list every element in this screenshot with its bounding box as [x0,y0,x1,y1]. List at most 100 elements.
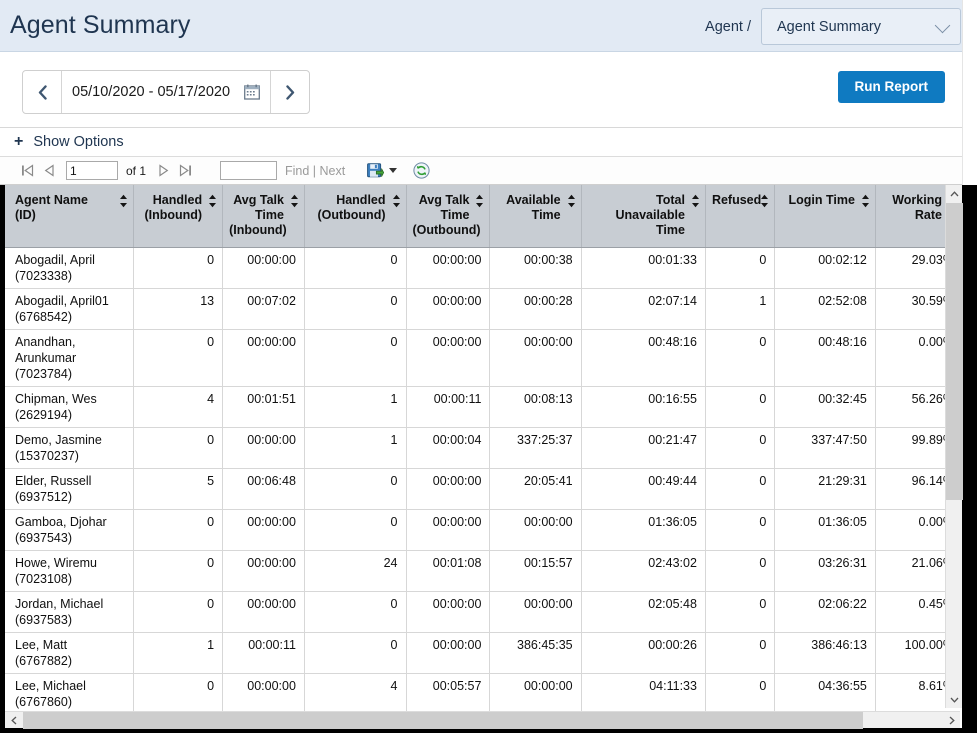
cell-avg-talk-inbound: 00:00:00 [222,427,305,469]
column-header-avg-talk-time-outbound[interactable]: Avg Talk Time (Outbound) [406,185,491,248]
column-header-line2: Unavailable [615,208,685,222]
column-header-handled-inbound[interactable]: Handled (Inbound) [133,185,224,248]
cell-available-time: 00:00:00 [489,591,582,633]
cell-handled-inbound: 13 [133,288,224,330]
viewer-right-frame [962,185,977,733]
cell-refused: 0 [705,386,776,428]
date-range-prev-button[interactable] [23,71,62,113]
agent-id: (6937543) [15,530,72,545]
sort-updown-icon[interactable] [760,194,769,208]
column-header-total-unavailable-time[interactable]: Total Unavailable Time [581,185,706,248]
cell-avg-talk-inbound: 00:00:00 [222,247,305,289]
find-next-links[interactable]: Find | Next [285,164,345,178]
agent-name: Chipman, Wes [15,391,97,406]
cell-handled-outbound: 0 [304,288,407,330]
column-header-available-time[interactable]: Available Time [489,185,582,248]
table-row[interactable]: Lee, Michael (6767860) 0 00:00:00 4 00:05:57 0… [5,673,964,711]
calendar-icon[interactable] [244,84,260,100]
column-header-login-time[interactable]: Login Time [774,185,876,248]
scroll-up-button[interactable] [946,185,963,202]
horizontal-scrollbar-thumb[interactable] [23,712,863,729]
agent-name: Howe, Wiremu [15,555,97,570]
cell-avg-talk-inbound: 00:00:00 [222,329,305,387]
cell-avg-talk-outbound: 00:00:00 [406,288,491,330]
cell-refused: 0 [705,427,776,469]
show-options-label[interactable]: Show Options [33,134,123,150]
date-range-next-button[interactable] [270,71,309,113]
agent-name: Demo, Jasmine [15,432,102,447]
report-select[interactable]: Agent Summary [761,8,961,45]
cell-agent-name: Elder, Russell (6937512) [5,468,134,510]
column-header-line1: Agent Name [15,193,88,207]
column-header-agent-name[interactable]: Agent Name (ID) [5,185,134,248]
vertical-scrollbar[interactable] [945,185,963,708]
table-row[interactable]: Demo, Jasmine (15370237) 0 00:00:00 1 00:00:0… [5,427,964,469]
refresh-button[interactable] [413,162,430,179]
cell-handled-outbound: 0 [304,329,407,387]
cell-handled-outbound: 4 [304,673,407,711]
breadcrumb: Agent / [705,18,751,35]
table-row[interactable]: Jordan, Michael (6937583) 0 00:00:00 0 00:00:… [5,591,964,633]
sort-updown-icon[interactable] [691,194,700,208]
sort-updown-icon[interactable] [861,194,870,208]
export-button[interactable] [367,162,398,179]
table-row[interactable]: Gamboa, Djohar (6937543) 0 00:00:00 0 00:00:0… [5,509,964,551]
column-header-line2: (Inbound) [144,208,203,222]
agent-id: (7023108) [15,571,72,586]
sort-updown-icon[interactable] [119,194,128,208]
find-input[interactable] [220,161,278,180]
column-header-handled-outbound[interactable]: Handled (Outbound) [304,185,407,248]
column-header-avg-talk-time-inbound[interactable]: Avg Talk Time (Inbound) [222,185,305,248]
scroll-down-button[interactable] [946,691,963,708]
cell-available-time: 20:05:41 [489,468,582,510]
table-row[interactable]: Abogadil, April (7023338) 0 00:00:00 0 00:00:… [5,247,964,289]
agent-name: Gamboa, Djohar [15,514,107,529]
table-row[interactable]: Abogadil, April01 (6768542) 13 00:07:02 0 00:… [5,288,964,330]
scroll-left-button[interactable] [5,712,22,729]
export-save-icon [367,162,385,177]
column-header-refused[interactable]: Refused [705,185,776,248]
date-range-value: 05/10/2020 - 05/17/2020 [72,84,231,100]
first-page-button[interactable] [16,160,38,182]
scroll-right-button[interactable] [943,712,960,729]
cell-handled-outbound: 1 [304,386,407,428]
cell-available-time: 00:08:13 [489,386,582,428]
table-row[interactable]: Lee, Matt (6767882) 1 00:00:11 0 00:00:00 386:… [5,632,964,674]
cell-handled-inbound: 0 [133,550,224,592]
sort-updown-icon[interactable] [290,194,299,208]
cell-total-unavailable-time: 00:01:33 [581,247,706,289]
date-range-input[interactable]: 05/10/2020 - 05/17/2020 [62,71,270,113]
show-options-bar[interactable]: + Show Options [0,128,977,157]
agent-id: (6767882) [15,653,72,668]
sort-updown-icon[interactable] [567,194,576,208]
page-header: Agent Summary Agent / Agent Summary [0,0,977,52]
sort-updown-icon[interactable] [475,194,484,208]
page-number-input[interactable] [66,161,118,180]
agent-name: Abogadil, April01 [15,293,109,308]
cell-refused: 0 [705,591,776,633]
cell-login-time: 00:32:45 [774,386,876,428]
run-report-button[interactable]: Run Report [837,71,945,103]
table-row[interactable]: Chipman, Wes (2629194) 4 00:01:51 1 00:00:11 0… [5,386,964,428]
cell-total-unavailable-time: 00:21:47 [581,427,706,469]
cell-total-unavailable-time: 00:49:44 [581,468,706,510]
cell-refused: 0 [705,550,776,592]
cell-login-time: 21:29:31 [774,468,876,510]
plus-icon[interactable]: + [14,134,23,150]
agent-name: Abogadil, April [15,252,95,267]
horizontal-scrollbar[interactable] [5,711,960,729]
table-row[interactable]: Howe, Wiremu (7023108) 0 00:00:00 24 00:01:08… [5,550,964,592]
table-row[interactable]: Elder, Russell (6937512) 5 00:06:48 0 00:00:0… [5,468,964,510]
cell-handled-inbound: 4 [133,386,224,428]
sort-updown-icon[interactable] [208,194,217,208]
prev-page-button[interactable] [38,160,60,182]
sort-updown-icon[interactable] [392,194,401,208]
last-page-button[interactable] [174,160,196,182]
cell-handled-inbound: 0 [133,329,224,387]
cell-handled-outbound: 1 [304,427,407,469]
table-row[interactable]: Anandhan, Arunkumar (7023784) 0 00:00:00 0 00… [5,329,964,387]
vertical-scrollbar-thumb[interactable] [946,203,963,500]
viewer-left-frame [0,185,5,733]
next-page-button[interactable] [152,160,174,182]
column-header-line1: Avg Talk [233,193,284,207]
